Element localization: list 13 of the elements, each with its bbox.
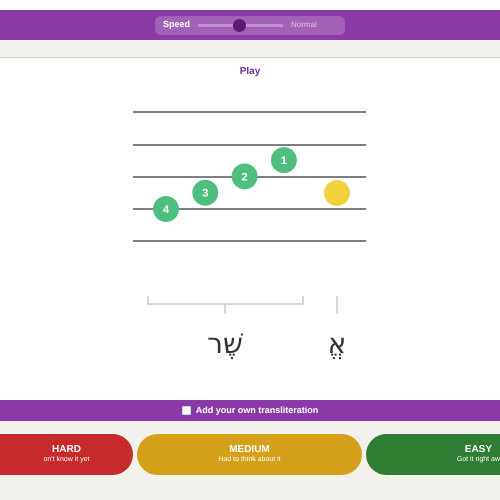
- note: 2: [232, 163, 258, 190]
- transliteration-label: Add your own transliteration: [196, 404, 318, 417]
- checkbox[interactable]: [182, 406, 191, 415]
- hebrew-syllable: שֶׁר: [207, 330, 243, 358]
- slider-thumb[interactable]: [233, 18, 246, 32]
- note: 1: [270, 147, 297, 174]
- note: 4: [153, 196, 179, 222]
- note: 3: [192, 180, 218, 206]
- current-note: [324, 180, 350, 206]
- speed-label: Speed: [163, 18, 190, 32]
- play-button[interactable]: Play: [240, 64, 260, 79]
- speed-reading: Normal: [291, 19, 317, 31]
- hebrew-syllable: אֱ: [328, 330, 346, 358]
